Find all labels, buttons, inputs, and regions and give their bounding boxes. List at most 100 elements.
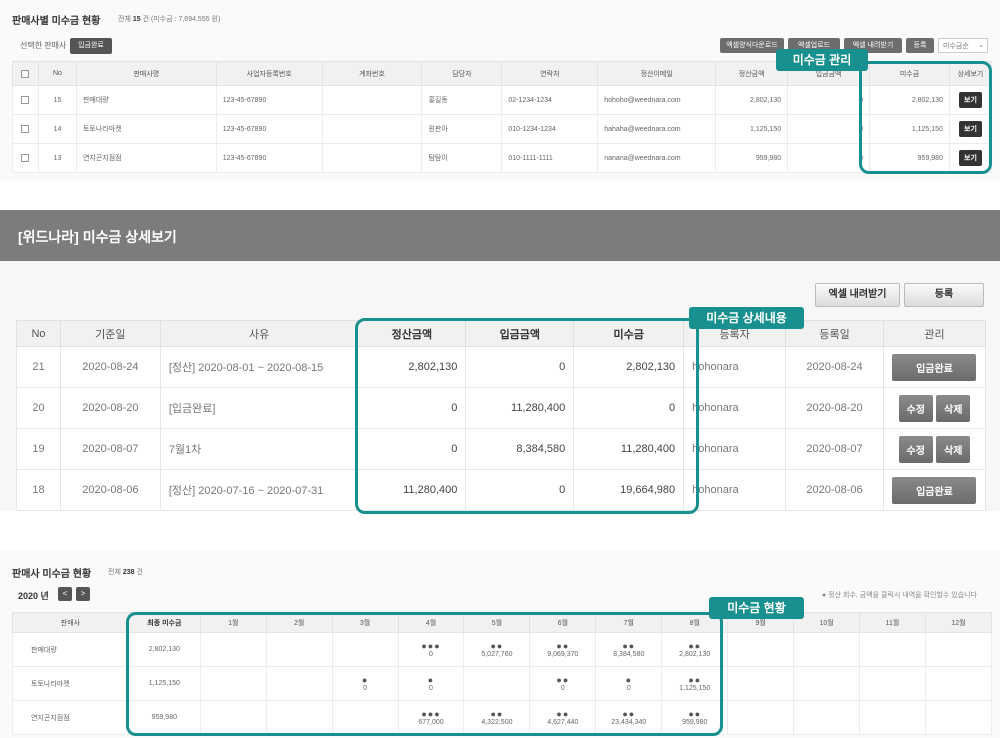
settlement-dots[interactable]: ● — [399, 675, 464, 685]
settlement-dots[interactable]: ●● — [464, 709, 529, 719]
month-cell[interactable]: ●● 1,125,150 — [661, 666, 729, 701]
settlement-dots[interactable]: ●●● — [399, 709, 464, 719]
month-cell[interactable]: ●● 23,434,340 — [595, 700, 663, 735]
month-cell[interactable]: ●●● 677,000 — [397, 700, 465, 735]
table-row: 15 판매대량 123-45-67890 홍길동 02-1234-1234 ho… — [12, 85, 993, 115]
year-label: 2020 년 — [18, 591, 49, 601]
month-cell[interactable]: ●● 4,322,500 — [463, 700, 531, 735]
settlement-dots[interactable]: ●● — [596, 641, 661, 651]
month-cell — [331, 700, 399, 735]
unpaid-amount: 1,125,150 — [869, 114, 950, 144]
settlement-dots[interactable]: ● — [596, 675, 661, 685]
paid-amount: 0 — [787, 114, 871, 144]
view-detail-button[interactable]: 보기 — [959, 121, 982, 137]
register-button[interactable]: 등록 — [904, 283, 984, 307]
month-cell[interactable]: ●● 959,980 — [661, 700, 729, 735]
month-cell[interactable]: ●● 4,627,440 — [529, 700, 597, 735]
month-amount[interactable]: 0 — [399, 685, 464, 692]
col-header: 판매사 — [12, 612, 129, 633]
settlement-dots[interactable]: ●●● — [399, 641, 464, 651]
settlement-dots[interactable]: ●● — [464, 641, 529, 651]
col-header: 관리 — [882, 320, 987, 347]
phone: 02-1234-1234 — [501, 85, 599, 115]
unpaid-amount: 959,980 — [869, 143, 950, 173]
settle-amount: 959,980 — [715, 143, 789, 173]
col-header: No — [16, 320, 61, 347]
month-amount[interactable]: 0 — [530, 685, 595, 692]
month-amount[interactable]: 0 — [399, 651, 464, 658]
month-cell[interactable]: ●● 5,027,760 — [463, 632, 531, 667]
register-button[interactable]: 등록 — [906, 38, 934, 53]
month-amount[interactable]: 0 — [333, 685, 398, 692]
delete-button[interactable]: 삭제 — [936, 435, 971, 463]
biz-number: 123-45-67890 — [215, 143, 323, 173]
unpaid-amount: 2,802,130 — [869, 85, 950, 115]
settlement-dots[interactable]: ● — [333, 675, 398, 685]
base-date: 2020-08-20 — [59, 387, 161, 429]
col-header: 입금금액 — [465, 320, 575, 347]
month-amount[interactable]: 8,384,580 — [596, 651, 661, 658]
settlement-dots[interactable]: ●● — [662, 641, 727, 651]
table-row: 13 연지곤지점점 123-45-67890 탐탐이 010-1111-1111… — [12, 143, 993, 173]
prev-year-button[interactable]: < — [58, 587, 72, 601]
month-cell — [265, 666, 333, 701]
sample-download-button[interactable]: 엑셀양식다운로드 — [720, 38, 784, 53]
month-amount[interactable]: 2,802,130 — [662, 651, 727, 658]
col-header: 미수금 — [573, 320, 685, 347]
deposit-complete-button[interactable]: 입금완료 — [70, 38, 112, 54]
total-count: 전체 238 건 — [108, 569, 143, 576]
row-no: 18 — [16, 469, 61, 511]
month-cell[interactable]: ●● 0 — [529, 666, 597, 701]
account-number — [321, 114, 423, 144]
month-amount[interactable]: 959,980 — [662, 719, 727, 726]
month-cell[interactable]: ● 0 — [397, 666, 465, 701]
month-amount[interactable]: 5,027,760 — [464, 651, 529, 658]
select-all-checkbox[interactable] — [21, 69, 30, 78]
month-amount[interactable]: 0 — [596, 685, 661, 692]
month-amount[interactable]: 4,322,500 — [464, 719, 529, 726]
deposit-complete-button[interactable]: 입금완료 — [892, 353, 977, 381]
reg-date: 2020-08-24 — [785, 346, 884, 388]
settlement-dots[interactable]: ●● — [662, 675, 727, 685]
month-cell[interactable]: ●● 9,069,370 — [529, 632, 597, 667]
month-amount[interactable]: 4,627,440 — [530, 719, 595, 726]
monthly-unpaid-table: 판매사 최종 미수금 1월 2월 3월 4월 5월 6월 7월 8월 9월 10… — [12, 612, 993, 735]
sort-select[interactable]: 미수금순 ⌄ — [938, 38, 988, 53]
month-amount[interactable]: 9,069,370 — [530, 651, 595, 658]
row-checkbox[interactable] — [21, 154, 30, 162]
month-amount[interactable]: 1,125,150 — [662, 685, 727, 692]
settlement-dots[interactable]: ●● — [530, 641, 595, 651]
settlement-dots[interactable]: ●● — [530, 675, 595, 685]
settle-amount: 11,280,400 — [357, 469, 467, 511]
view-detail-button[interactable]: 보기 — [959, 92, 982, 108]
settlement-dots[interactable]: ●● — [662, 709, 727, 719]
row-no: 20 — [16, 387, 61, 429]
col-header: 11월 — [859, 612, 926, 633]
view-detail-button[interactable]: 보기 — [959, 150, 982, 166]
month-cell[interactable]: ● 0 — [595, 666, 663, 701]
delete-button[interactable]: 삭제 — [936, 394, 971, 422]
deposit-complete-button[interactable]: 입금완료 — [892, 476, 977, 504]
settlement-dots[interactable]: ●● — [530, 709, 595, 719]
excel-download-button[interactable]: 엑셀 내려받기 — [815, 283, 900, 307]
col-header: 12월 — [924, 612, 993, 633]
row-checkbox[interactable] — [21, 96, 30, 104]
settlement-dots[interactable]: ●● — [596, 709, 661, 719]
edit-button[interactable]: 수정 — [898, 394, 933, 422]
month-amount[interactable]: 677,000 — [399, 719, 464, 726]
col-header: 연락처 — [501, 61, 599, 86]
edit-button[interactable]: 수정 — [898, 435, 933, 463]
row-checkbox[interactable] — [21, 125, 30, 133]
month-cell[interactable]: ●●● 0 — [397, 632, 465, 667]
month-cell[interactable]: ● 0 — [331, 666, 399, 701]
month-amount[interactable]: 23,434,340 — [596, 719, 661, 726]
col-header: 사유 — [159, 320, 359, 347]
month-cell — [199, 666, 267, 701]
month-cell[interactable]: ●● 8,384,580 — [595, 632, 663, 667]
month-cell[interactable]: ●● 2,802,130 — [661, 632, 729, 667]
month-cell — [265, 700, 333, 735]
callout-unpaid-status: 미수금 현황 — [709, 597, 804, 619]
next-year-button[interactable]: > — [76, 587, 90, 601]
registrant: hohonara — [683, 469, 787, 511]
paid-amount: 0 — [465, 346, 575, 388]
